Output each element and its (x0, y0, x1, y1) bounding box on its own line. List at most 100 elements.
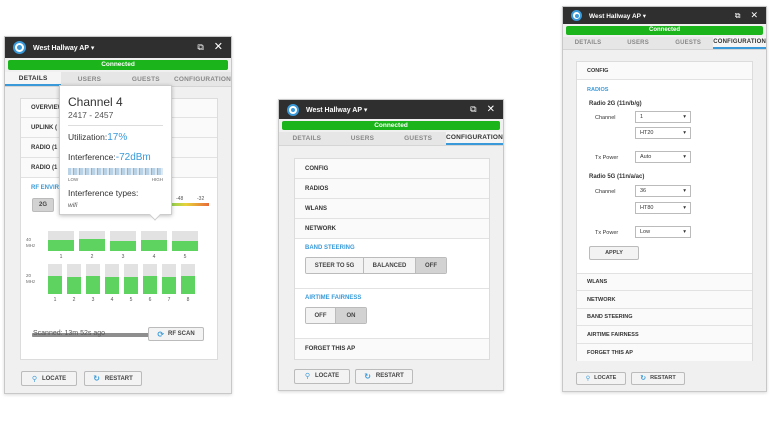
bw40-channel-label: 1 (59, 254, 63, 260)
band-steering-toggle: STEER TO 5G BALANCED OFF (305, 257, 447, 274)
bw40-bar-channel-1[interactable] (48, 240, 74, 251)
bw20-bar-channel-7[interactable] (162, 277, 176, 294)
radio-5g-tx-label: Tx Power (595, 230, 619, 236)
rf-scan-label: RF SCAN (168, 331, 195, 337)
section-config[interactable]: CONFIG (295, 159, 489, 179)
ap-name: West Hallway AP (33, 44, 89, 52)
radio-2g-channel-select[interactable]: 1 ▾ (635, 111, 691, 123)
bw20-channel-label: 1 (53, 297, 57, 303)
tooltip-types-label: Interference types: (68, 188, 139, 198)
tab-guests[interactable]: GUESTS (390, 132, 446, 145)
airtime-off-option[interactable]: OFF (306, 308, 336, 323)
bw20-bar-channel-1[interactable] (48, 276, 62, 294)
ap-name-dropdown[interactable]: West Hallway AP ▾ (589, 12, 725, 20)
radio-5g-channel-select[interactable]: 36 ▾ (635, 185, 691, 197)
band-2g-button[interactable]: 2G (32, 198, 54, 212)
heat-low: LOW (68, 177, 79, 182)
radio-2g-channel-label: Channel (595, 115, 616, 121)
section-config[interactable]: CONFIG (577, 62, 752, 80)
section-network[interactable]: NETWORK (295, 219, 489, 239)
ap-name-dropdown[interactable]: West Hallway AP ▾ (306, 106, 460, 114)
bw20-bar-channel-6[interactable] (143, 276, 157, 294)
bw20-bar-channel-2[interactable] (67, 277, 81, 294)
radio-5g-channel-value: 36 (640, 188, 647, 194)
tooltip-range: 2417 - 2457 (68, 110, 114, 120)
close-icon[interactable]: ✕ (487, 104, 495, 115)
off-option[interactable]: OFF (416, 258, 446, 273)
airtime-fairness-toggle: OFF ON (305, 307, 367, 324)
section-wlans[interactable]: WLANS (295, 199, 489, 219)
bw40-bar-channel-5[interactable] (172, 241, 198, 251)
tab-details[interactable]: DETAILS (5, 72, 62, 86)
popout-icon[interactable]: ⧉ (197, 43, 203, 52)
bw40-channel-label: 4 (152, 254, 156, 260)
tab-users[interactable]: USERS (335, 132, 391, 145)
ap-name-dropdown[interactable]: West Hallway AP ▾ (33, 44, 187, 52)
tab-details[interactable]: DETAILS (279, 132, 335, 145)
restart-button[interactable]: ↻ RESTART (631, 371, 685, 385)
scanned-time: Scanned: 13m 52s ago (33, 330, 105, 337)
airtime-on-option[interactable]: ON (336, 308, 366, 323)
radio-2g-tx-select[interactable]: Auto ▾ (635, 151, 691, 163)
restart-button[interactable]: ↻ RESTART (84, 371, 142, 386)
section-network[interactable]: NETWORK (577, 291, 752, 309)
restart-button[interactable]: ↻ RESTART (355, 368, 413, 384)
tab-bar: DETAILS USERS GUESTS CONFIGURATION (563, 37, 766, 50)
radio-5g-width-select[interactable]: HT80 ▾ (635, 202, 691, 214)
section-forget-ap[interactable]: FORGET THIS AP (577, 344, 752, 361)
popout-icon[interactable]: ⧉ (470, 105, 476, 114)
apply-button[interactable]: APPLY (589, 246, 639, 260)
tab-users[interactable]: USERS (613, 37, 663, 49)
bw40-channel-label: 5 (183, 254, 187, 260)
locate-button[interactable]: ⚲ LOCATE (21, 371, 77, 386)
close-icon[interactable]: ✕ (214, 42, 223, 53)
restart-icon: ↻ (93, 374, 100, 383)
rf-scan-button[interactable]: ⟳ RF SCAN (148, 327, 204, 341)
balanced-option[interactable]: BALANCED (364, 258, 416, 273)
bw40-bar-channel-2[interactable] (79, 239, 105, 251)
pin-icon: ⚲ (31, 375, 37, 383)
popout-icon[interactable]: ⧉ (735, 11, 741, 20)
radio-2g-width-value: HT20 (640, 130, 654, 136)
tab-guests[interactable]: GUESTS (118, 72, 174, 86)
close-icon[interactable]: ✕ (750, 11, 758, 20)
pin-icon: ⚲ (585, 375, 591, 382)
unit-20mhz: 20 MHz (26, 273, 36, 284)
section-radios[interactable]: RADIOS (295, 179, 489, 199)
title-bar: West Hallway AP ▾ ⧉ ✕ (5, 37, 231, 58)
section-band-steering[interactable]: BAND STEERING (577, 309, 752, 326)
airtime-fairness-title: AIRTIME FAIRNESS (305, 295, 362, 301)
unit-40mhz: 40 MHz (26, 237, 36, 248)
radio-5g-tx-select[interactable]: Low ▾ (635, 226, 691, 238)
ap-logo-icon (287, 103, 299, 116)
tab-configuration[interactable]: CONFIGURATION (174, 72, 231, 86)
chevron-down-icon: ▾ (683, 188, 686, 194)
section-forget-ap[interactable]: FORGET THIS AP (295, 339, 489, 359)
bw20-bar-channel-5[interactable] (124, 277, 138, 294)
section-wlans[interactable]: WLANS (577, 274, 752, 291)
steer-to-5g-option[interactable]: STEER TO 5G (306, 258, 364, 273)
section-airtime-fairness[interactable]: AIRTIME FAIRNESS (577, 326, 752, 344)
radio-2g-width-select[interactable]: HT20 ▾ (635, 127, 691, 139)
locate-button[interactable]: ⚲ LOCATE (294, 368, 350, 384)
tab-configuration[interactable]: CONFIGURATION (713, 37, 766, 49)
bw40-channel-label: 2 (90, 254, 94, 260)
rf-environment-label: RF ENVIR (31, 185, 60, 191)
bw40-bar-channel-4[interactable] (141, 240, 167, 251)
footer: ⚲ LOCATE ↻ RESTART (5, 364, 231, 393)
tooltip-interference: Interference:-72dBm (68, 152, 151, 163)
tab-users[interactable]: USERS (61, 72, 117, 86)
restart-label: RESTART (650, 375, 676, 381)
ap-name: West Hallway AP (589, 12, 641, 20)
bw20-bar-channel-3[interactable] (86, 276, 100, 294)
bw20-bar-channel-4[interactable] (105, 277, 119, 294)
tab-configuration[interactable]: CONFIGURATION (445, 132, 503, 145)
locate-button[interactable]: ⚲ LOCATE (576, 371, 626, 385)
bw20-bar-channel-8[interactable] (181, 276, 195, 294)
radio-5g-channel-label: Channel (595, 189, 616, 195)
locate-label: LOCATE (314, 373, 340, 379)
tab-details[interactable]: DETAILS (563, 37, 613, 49)
tab-guests[interactable]: GUESTS (663, 37, 713, 49)
bw40-bar-channel-3[interactable] (110, 241, 136, 251)
chevron-down-icon: ▾ (683, 229, 686, 235)
